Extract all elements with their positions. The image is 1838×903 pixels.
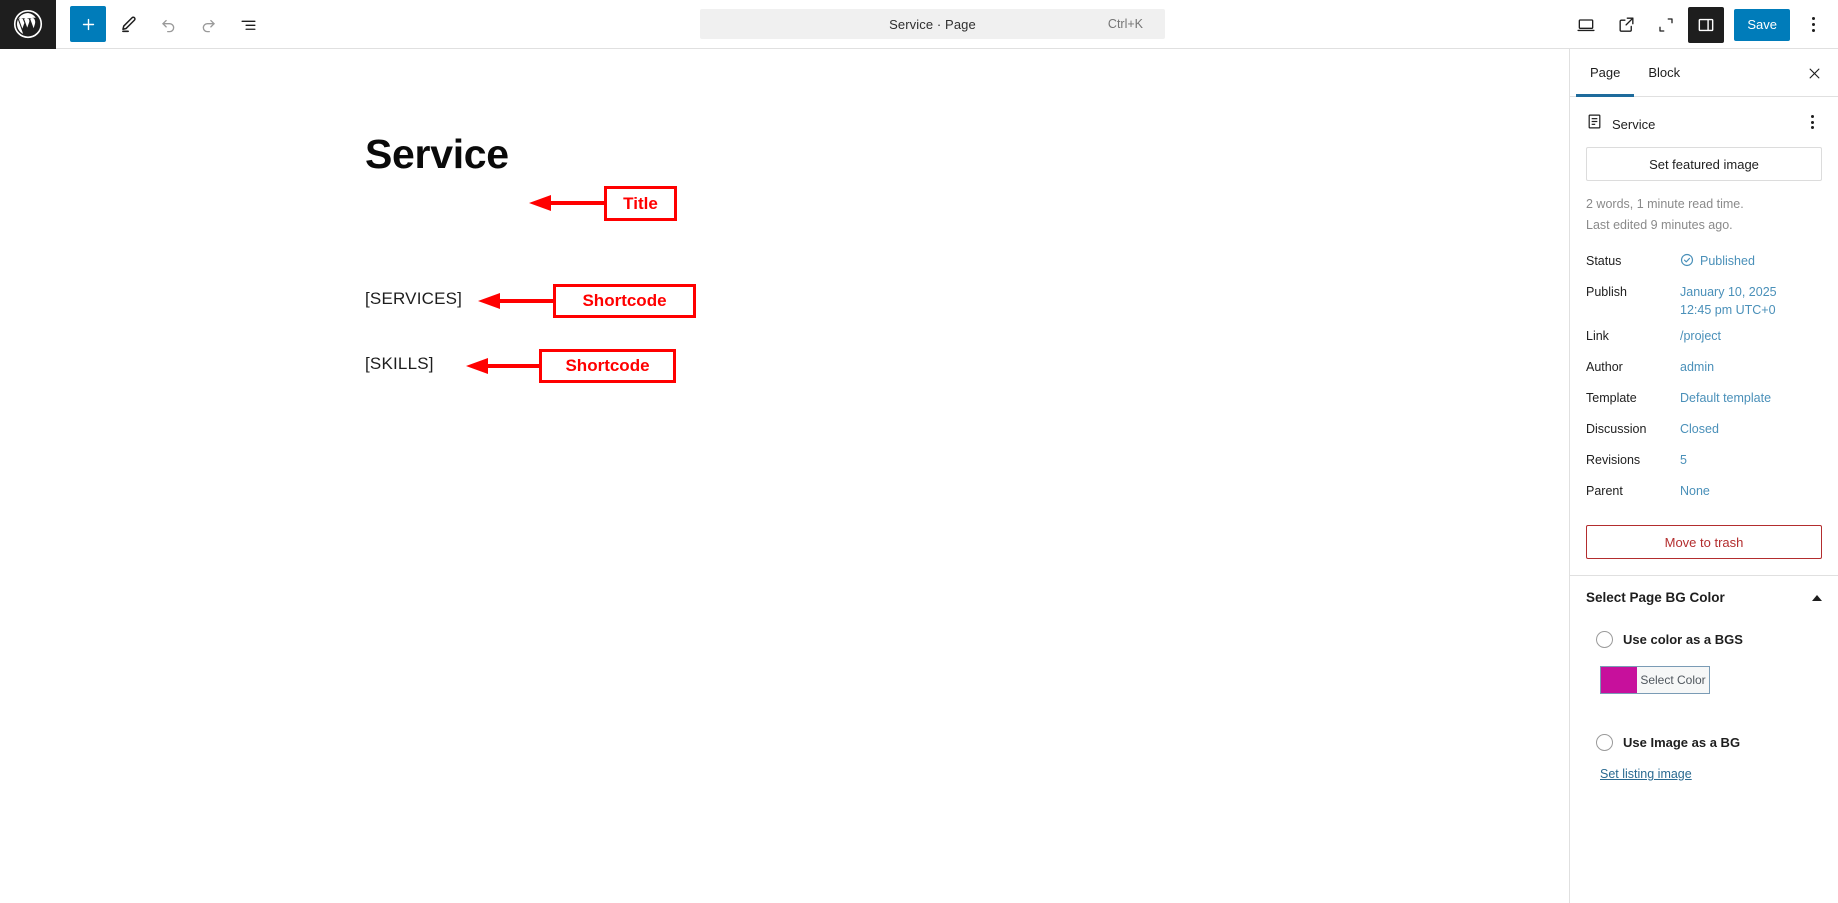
meta-key-status: Status (1586, 253, 1622, 268)
command-palette-bar[interactable]: Service · Page Ctrl+K (700, 9, 1165, 39)
annotation-arrow-title (529, 195, 607, 211)
meta-row-author: Author admin (1586, 354, 1822, 385)
annotation-label-shortcode-1: Shortcode (553, 284, 696, 318)
meta-value-discussion[interactable]: Closed (1680, 420, 1719, 438)
list-view-button[interactable] (230, 6, 266, 42)
document-options-kebab-icon[interactable] (1798, 111, 1826, 133)
undo-button[interactable] (150, 6, 186, 42)
editor-tools-group (56, 6, 266, 42)
save-button[interactable]: Save (1734, 8, 1790, 41)
use-image-label: Use Image as a BG (1623, 735, 1741, 750)
meta-value-revisions[interactable]: 5 (1680, 451, 1687, 469)
annotation-arrow-shortcode-2 (466, 358, 542, 374)
add-block-button[interactable] (70, 6, 106, 42)
page-bg-color-panel: Select Page BG Color Use color as a BGS … (1570, 576, 1838, 783)
annotation-label-shortcode-2: Shortcode (539, 349, 676, 383)
meta-row-parent: Parent None (1586, 478, 1822, 509)
meta-value-publish[interactable]: January 10, 2025 12:45 pm UTC+0 (1680, 283, 1777, 319)
meta-row-publish: Publish January 10, 2025 12:45 pm UTC+0 (1586, 279, 1822, 323)
move-to-trash-button[interactable]: Move to trash (1586, 525, 1822, 559)
wordpress-logo-icon[interactable] (0, 0, 56, 49)
select-color-picker[interactable]: Select Color (1600, 666, 1710, 694)
page-bg-color-panel-title: Select Page BG Color (1586, 590, 1725, 605)
color-swatch[interactable] (1601, 667, 1637, 693)
settings-sidebar-icon[interactable] (1688, 6, 1725, 43)
shortcode-block-services[interactable]: [SERVICES] (365, 289, 462, 309)
meta-value-author[interactable]: admin (1680, 358, 1714, 376)
more-options-kebab-icon[interactable] (1796, 7, 1830, 43)
page-title[interactable]: Service (365, 131, 509, 178)
meta-key-parent: Parent (1586, 484, 1623, 498)
close-x-icon[interactable] (1798, 57, 1830, 89)
meta-value-link[interactable]: /project (1680, 327, 1721, 345)
annotation-label-title: Title (604, 186, 677, 221)
edit-tool-button[interactable] (110, 6, 146, 42)
annotation-arrow-shortcode-1 (478, 293, 556, 309)
chevron-up-icon[interactable] (1812, 594, 1822, 601)
use-color-radio[interactable] (1596, 631, 1613, 648)
settings-sidebar: Page Block Service Set featured image 2 … (1569, 49, 1838, 903)
meta-row-discussion: Discussion Closed (1586, 416, 1822, 447)
command-bar-shortcut: Ctrl+K (1107, 17, 1143, 31)
editor-actions-group: Save (1568, 0, 1830, 49)
meta-value-template[interactable]: Default template (1680, 389, 1771, 407)
status-badge: Published (1700, 253, 1755, 268)
tab-page-label: Page (1590, 65, 1621, 80)
desktop-preview-icon[interactable] (1568, 7, 1604, 43)
use-color-as-bgs-option[interactable]: Use color as a BGS (1586, 631, 1822, 648)
use-image-as-bg-option[interactable]: Use Image as a BG (1586, 734, 1822, 751)
published-check-circle-icon (1680, 252, 1694, 267)
page-summary-section: Service Set featured image 2 words, 1 mi… (1570, 97, 1838, 559)
page-meta-table: Status Published Publish January 10, 202… (1586, 248, 1822, 509)
editor-top-bar: Service · Page Ctrl+K Save (0, 0, 1838, 49)
select-color-label: Select Color (1637, 667, 1709, 693)
last-edited-note: Last edited 9 minutes ago. (1586, 218, 1733, 233)
word-count-note: 2 words, 1 minute read time. (1586, 197, 1744, 211)
meta-key-template: Template (1586, 391, 1637, 405)
meta-key-discussion: Discussion (1586, 422, 1647, 436)
meta-value-status[interactable]: Published (1680, 252, 1755, 270)
page-bg-color-panel-header[interactable]: Select Page BG Color (1586, 590, 1822, 609)
use-image-radio[interactable] (1596, 734, 1613, 751)
meta-key-publish: Publish (1586, 284, 1627, 299)
meta-key-link: Link (1586, 329, 1609, 343)
set-listing-image-link[interactable]: Set listing image (1600, 767, 1692, 781)
meta-row-template: Template Default template (1586, 385, 1822, 416)
set-featured-image-button[interactable]: Set featured image (1586, 147, 1822, 181)
redo-button[interactable] (190, 6, 226, 42)
editor-canvas: Service [SERVICES] [SKILLS] Title Shortc… (0, 49, 1569, 903)
publish-time: 12:45 pm UTC+0 (1680, 302, 1776, 317)
meta-key-revisions: Revisions (1586, 453, 1641, 467)
page-document-icon (1586, 113, 1603, 135)
zoom-out-collapse-icon[interactable] (1648, 7, 1684, 43)
tab-page[interactable]: Page (1576, 49, 1635, 97)
shortcode-block-skills[interactable]: [SKILLS] (365, 354, 434, 374)
meta-row-revisions: Revisions 5 (1586, 447, 1822, 478)
meta-row-status: Status Published (1586, 248, 1822, 279)
meta-value-parent[interactable]: None (1680, 482, 1710, 500)
document-name: Service (1612, 116, 1656, 132)
tab-block-label: Block (1648, 65, 1681, 80)
tab-block[interactable]: Block (1634, 49, 1694, 96)
command-bar-title: Service · Page (889, 16, 976, 32)
document-header: Service (1586, 111, 1822, 147)
meta-key-author: Author (1586, 360, 1623, 374)
view-external-link-icon[interactable] (1608, 7, 1644, 43)
use-color-label: Use color as a BGS (1623, 632, 1743, 647)
sidebar-tabs: Page Block (1570, 49, 1838, 97)
publish-date: January 10, 2025 (1680, 284, 1777, 299)
meta-row-link: Link /project (1586, 323, 1822, 354)
